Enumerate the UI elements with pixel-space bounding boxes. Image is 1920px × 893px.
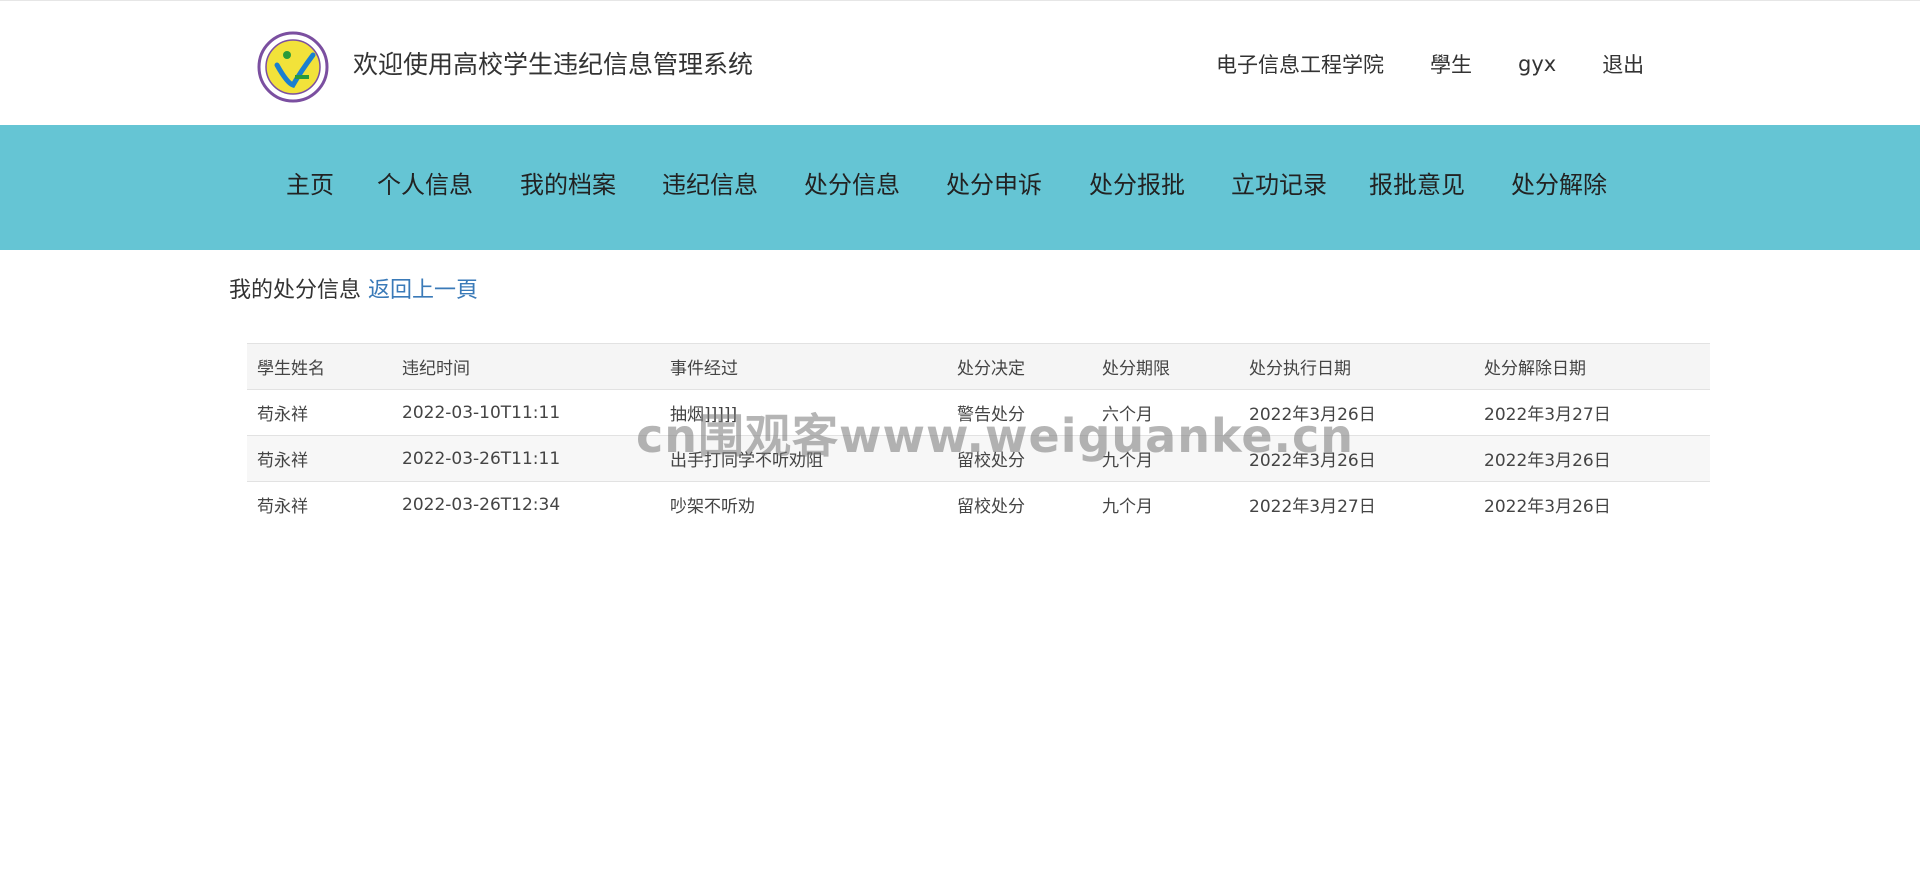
table-cell: 2022-03-26T11:11 <box>392 435 660 482</box>
school-emblem-icon <box>257 31 329 103</box>
table-cell: 2022年3月26日 <box>1474 481 1710 527</box>
table-cell: 警告处分 <box>947 389 1092 436</box>
page-title: 我的处分信息 <box>229 278 362 303</box>
nav-item-approval-opinions[interactable]: 报批意见 <box>1369 165 1465 200</box>
user-links: 电子信息工程学院 學生 gyx 退出 <box>1216 49 1644 79</box>
column-header: 处分决定 <box>947 343 1092 390</box>
column-header: 处分期限 <box>1092 343 1239 390</box>
table-cell: 2022年3月26日 <box>1239 389 1474 436</box>
nav-item-home[interactable]: 主页 <box>286 165 334 200</box>
column-header: 处分解除日期 <box>1474 343 1710 390</box>
table-cell: 2022-03-26T12:34 <box>392 481 660 527</box>
table-cell: 出手打同学不听劝阻 <box>660 435 947 482</box>
page-heading: 我的处分信息 返回上一頁 <box>229 272 478 304</box>
nav-item-my-archive[interactable]: 我的档案 <box>520 165 616 200</box>
table-cell: 2022年3月26日 <box>1474 435 1710 482</box>
nav-item-violations[interactable]: 违纪信息 <box>662 165 758 200</box>
role-link[interactable]: 學生 <box>1430 49 1472 79</box>
table-cell: 抽烟]]]]] <box>660 389 947 436</box>
back-link[interactable]: 返回上一頁 <box>368 278 478 303</box>
table-header-row: 學生姓名 违纪时间 事件经过 处分决定 处分期限 处分执行日期 处分解除日期 <box>247 343 1710 390</box>
nav-item-personal-info[interactable]: 个人信息 <box>377 165 473 200</box>
column-header: 违纪时间 <box>392 343 660 390</box>
table-cell: 2022年3月27日 <box>1239 481 1474 527</box>
top-header: 欢迎使用高校学生违纪信息管理系统 电子信息工程学院 學生 gyx 退出 <box>0 0 1920 125</box>
column-header: 事件经过 <box>660 343 947 390</box>
table-row: 苟永祥 2022-03-26T12:34 吵架不听劝 留校处分 九个月 2022… <box>247 481 1710 527</box>
table-cell: 九个月 <box>1092 481 1239 527</box>
column-header: 學生姓名 <box>247 343 392 390</box>
nav-item-approvals[interactable]: 处分报批 <box>1089 165 1185 200</box>
column-header: 处分执行日期 <box>1239 343 1474 390</box>
table-cell: 留校处分 <box>947 435 1092 482</box>
logout-link[interactable]: 退出 <box>1602 49 1644 79</box>
table-cell: 吵架不听劝 <box>660 481 947 527</box>
username-link[interactable]: gyx <box>1518 52 1556 76</box>
table-cell: 2022年3月26日 <box>1239 435 1474 482</box>
penalty-table-container: 學生姓名 违纪时间 事件经过 处分决定 处分期限 处分执行日期 处分解除日期 苟… <box>247 343 1710 527</box>
college-link[interactable]: 电子信息工程学院 <box>1216 49 1384 79</box>
table-cell: 2022年3月27日 <box>1474 389 1710 436</box>
table-row: 苟永祥 2022-03-26T11:11 出手打同学不听劝阻 留校处分 九个月 … <box>247 435 1710 482</box>
table-row: 苟永祥 2022-03-10T11:11 抽烟]]]]] 警告处分 六个月 20… <box>247 389 1710 436</box>
table-cell: 留校处分 <box>947 481 1092 527</box>
nav-item-merit-records[interactable]: 立功记录 <box>1231 165 1327 200</box>
table-cell: 苟永祥 <box>247 481 392 527</box>
nav-item-penalty-release[interactable]: 处分解除 <box>1511 165 1607 200</box>
main-nav: 主页 个人信息 我的档案 违纪信息 处分信息 处分申诉 处分报批 立功记录 报批… <box>0 125 1920 250</box>
penalty-table: 學生姓名 违纪时间 事件经过 处分决定 处分期限 处分执行日期 处分解除日期 苟… <box>247 343 1710 527</box>
nav-item-appeals[interactable]: 处分申诉 <box>946 165 1042 200</box>
table-cell: 2022-03-10T11:11 <box>392 389 660 436</box>
table-cell: 九个月 <box>1092 435 1239 482</box>
table-cell: 六个月 <box>1092 389 1239 436</box>
table-cell: 苟永祥 <box>247 389 392 436</box>
site-title: 欢迎使用高校学生违纪信息管理系统 <box>353 50 754 79</box>
nav-item-penalties[interactable]: 处分信息 <box>804 165 900 200</box>
table-cell: 苟永祥 <box>247 435 392 482</box>
